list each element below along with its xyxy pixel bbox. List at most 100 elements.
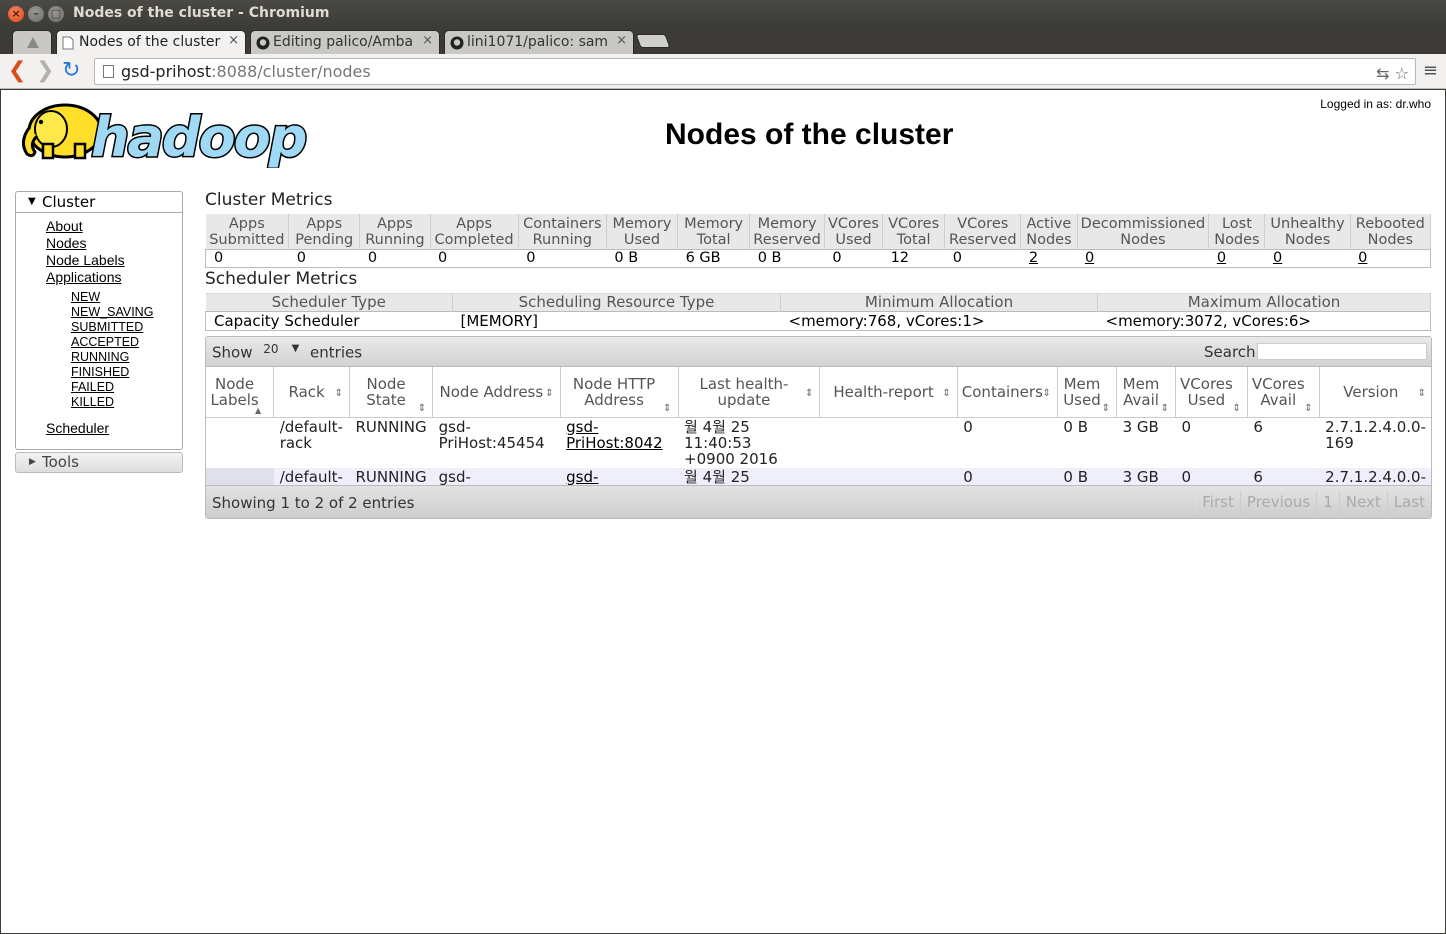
column-header[interactable]: VCores Used ⇕ xyxy=(1175,367,1248,418)
column-header[interactable]: Node HTTP Address ⇕ xyxy=(560,367,679,418)
translate-icon[interactable]: ⇆ xyxy=(1376,64,1389,83)
node-http-link[interactable]: gsd- xyxy=(566,469,672,485)
pagination: First Previous 1 Next Last xyxy=(1195,491,1431,513)
pager-next-button[interactable]: Next xyxy=(1338,491,1387,513)
page-size-select[interactable]: 20 ▼ xyxy=(259,342,303,362)
close-icon[interactable]: × xyxy=(422,33,433,48)
sidebar-item-new[interactable]: NEW xyxy=(71,290,100,304)
sched-max-alloc-value: <memory:3072, vCores:6> xyxy=(1097,311,1431,331)
page-size-value: 20 xyxy=(263,342,279,356)
cell-text: RUNNING xyxy=(355,467,427,486)
node-http-link[interactable]: gsd- xyxy=(566,419,672,435)
cell-line: 2.7.1.2.4.0.0- xyxy=(1325,467,1426,486)
metric-header-line: Lost xyxy=(1221,216,1252,232)
metric-header-line: Submitted xyxy=(209,232,285,248)
metric-value: 0 B xyxy=(749,249,825,268)
sort-icon: ⇕ xyxy=(545,388,554,399)
column-header[interactable]: Containers ⇕ xyxy=(957,367,1058,418)
tab-pinned[interactable] xyxy=(12,30,52,54)
metric-header: Apps Submitted xyxy=(205,214,290,250)
metric-value-link[interactable]: 0 xyxy=(1217,250,1226,266)
metric-header: VCores Used xyxy=(824,214,884,250)
window-minimize-button[interactable]: – xyxy=(28,6,44,22)
sidebar-tools-panel[interactable]: ▶ Tools xyxy=(15,452,183,473)
metric-value-link[interactable]: 0 xyxy=(1273,250,1282,266)
metric-header-line: Apps xyxy=(456,216,493,232)
column-header-label: State xyxy=(366,390,406,409)
metric-header-line: Used xyxy=(835,232,872,248)
metric-header-line: VCores xyxy=(827,216,879,232)
pager-previous-button[interactable]: Previous xyxy=(1239,491,1316,513)
window-close-button[interactable]: × xyxy=(8,6,24,22)
tab-strip: Nodes of the cluster × Editing palico/Am… xyxy=(0,28,1446,76)
bookmark-star-icon[interactable]: ☆ xyxy=(1395,64,1409,83)
metric-header-line: Running xyxy=(365,232,425,248)
metric-value-link[interactable]: 2 xyxy=(1029,250,1038,266)
sidebar-cluster-header[interactable]: ▼ Cluster xyxy=(16,192,182,213)
sidebar-item-new-saving[interactable]: NEW_SAVING xyxy=(71,305,153,319)
pager-last-button[interactable]: Last xyxy=(1386,491,1431,513)
logged-in-label: Logged in as: dr.who xyxy=(1320,97,1431,111)
page-icon xyxy=(62,36,75,50)
sidebar-item-nodes[interactable]: Nodes xyxy=(46,235,86,251)
metric-header: Apps Completed xyxy=(430,214,519,250)
new-tab-button[interactable] xyxy=(635,34,671,48)
back-icon[interactable]: ❮ xyxy=(8,58,26,84)
sidebar-cluster-panel: ▼ Cluster About Nodes Node Labels Applic… xyxy=(15,191,183,450)
sched-min-alloc-value: <memory:768, vCores:1> xyxy=(780,311,1098,331)
metric-header: VCores Reserved xyxy=(944,214,1022,250)
sidebar-item-failed[interactable]: FAILED xyxy=(71,380,114,394)
column-header[interactable]: Node Address ⇕ xyxy=(432,367,561,418)
sidebar-item-applications[interactable]: Applications xyxy=(46,269,122,285)
cell-text: 0 xyxy=(963,467,973,486)
sidebar-item-scheduler[interactable]: Scheduler xyxy=(46,420,109,436)
metric-header-line: VCores xyxy=(957,216,1009,232)
metric-header: Apps Running xyxy=(359,214,431,250)
column-header[interactable]: Mem Avail ⇕ xyxy=(1116,367,1177,418)
metric-value-link[interactable]: 0 xyxy=(1358,250,1367,266)
menu-icon[interactable]: ≡ xyxy=(1423,62,1438,80)
tab-lini1071-palico[interactable]: lini1071/palico: sam × xyxy=(444,30,634,54)
sidebar-item-finished[interactable]: FINISHED xyxy=(71,365,129,379)
metric-header: Containers Running xyxy=(518,214,607,250)
metric-header-line: Nodes xyxy=(1026,232,1072,248)
cell-rack: /default-rack xyxy=(273,417,350,468)
cell-line: 2.7.1.2.4.0.0- xyxy=(1325,417,1426,436)
search-input[interactable] xyxy=(1257,343,1427,360)
column-header[interactable]: VCores Avail ⇕ xyxy=(1247,367,1320,418)
metric-value-text: 0 xyxy=(367,250,378,266)
pager-page-1-button[interactable]: 1 xyxy=(1316,491,1339,513)
sidebar-item-accepted[interactable]: ACCEPTED xyxy=(71,335,139,349)
close-icon[interactable]: × xyxy=(228,33,239,48)
node-http-link[interactable]: PriHost:8042 xyxy=(566,435,672,451)
column-header[interactable]: Node State ⇕ xyxy=(349,367,434,418)
tab-editing-palico[interactable]: Editing palico/Amba × xyxy=(250,30,440,54)
column-header-label: Health-report xyxy=(833,382,934,401)
github-icon xyxy=(256,36,270,50)
column-header[interactable]: Rack ⇕ xyxy=(273,367,350,418)
address-bar[interactable]: gsd-prihost:8088/cluster/nodes ⇆ ☆ xyxy=(94,58,1416,85)
column-header[interactable]: Version ⇕ xyxy=(1319,367,1431,418)
tab-nodes-of-cluster[interactable]: Nodes of the cluster × xyxy=(56,30,246,55)
sidebar-item-submitted[interactable]: SUBMITTED xyxy=(71,320,143,334)
sidebar-item-about[interactable]: About xyxy=(46,218,83,234)
sidebar-item-node-labels[interactable]: Node Labels xyxy=(46,252,125,268)
page-content: Logged in as: dr.who hadoop Nodes of the… xyxy=(1,90,1445,933)
sidebar-item-running[interactable]: RUNNING xyxy=(71,350,129,364)
pager-first-button[interactable]: First xyxy=(1195,491,1240,513)
column-header[interactable]: Node Labels ▲ xyxy=(206,367,275,418)
close-icon[interactable]: × xyxy=(616,33,627,48)
metric-value-link[interactable]: 0 xyxy=(1085,250,1094,266)
sched-header-max-alloc: Maximum Allocation xyxy=(1097,293,1431,312)
reload-icon[interactable]: ↻ xyxy=(62,58,80,84)
column-header[interactable]: Mem Used ⇕ xyxy=(1057,367,1118,418)
column-header[interactable]: Health-report ⇕ xyxy=(819,367,958,418)
column-header[interactable]: Last health-update ⇕ xyxy=(678,367,821,418)
forward-icon[interactable]: ❯ xyxy=(36,58,54,84)
metric-value: 0 xyxy=(1350,249,1432,268)
metric-header-line: Active xyxy=(1026,216,1072,232)
metric-value: 0 xyxy=(359,249,430,268)
window-maximize-button[interactable]: □ xyxy=(48,6,64,22)
sidebar-item-killed[interactable]: KILLED xyxy=(71,395,114,409)
metric-value: 0 B xyxy=(606,249,678,268)
